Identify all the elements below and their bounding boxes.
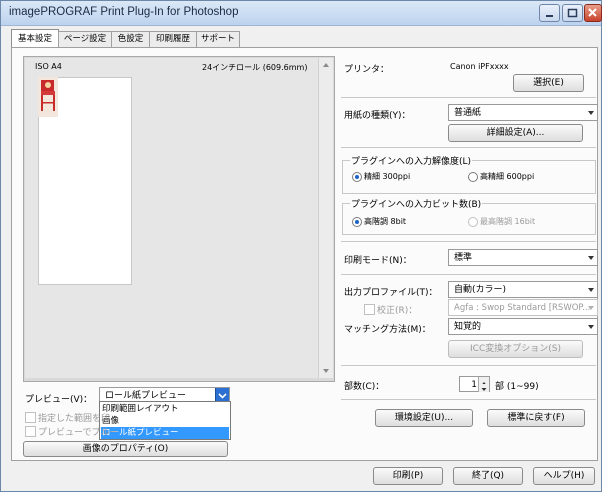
chevron-down-icon [588, 256, 594, 260]
bit-depth-group-title: プラグインへの入力ビット数(B) [350, 197, 483, 210]
resolution-600-radio[interactable] [468, 172, 478, 182]
dropdown-option[interactable]: 画像 [101, 415, 229, 427]
minimize-button[interactable] [539, 4, 560, 22]
image-properties-button[interactable]: 画像のプロパティ(O) [23, 441, 228, 457]
chair-thumbnail-icon [38, 77, 58, 117]
proof-select[interactable]: Agfa : Swop Standard [RSWOP... [448, 299, 598, 316]
resolution-600-label: 高精細 600ppi [480, 172, 535, 181]
bit-8-radio[interactable] [352, 217, 362, 227]
bit-16-label: 最高階調 16bit [480, 217, 536, 226]
matching-method-value: 知覚的 [454, 322, 482, 332]
chevron-down-icon [588, 306, 594, 310]
divider [341, 365, 596, 366]
proof-preview-checkbox[interactable] [25, 426, 36, 437]
roll-width-label: 24インチロール (609.6mm) [202, 63, 308, 72]
exit-button[interactable]: 終了(Q) [453, 467, 523, 485]
matching-method-select[interactable]: 知覚的 [448, 318, 598, 335]
spin-down-icon [481, 388, 487, 391]
copies-label: 部数(C)： [344, 382, 385, 392]
preview-select-value: ロール紙プレビュー [105, 391, 187, 401]
print-mode-select[interactable]: 標準 [448, 249, 598, 266]
proof-label: 校正(R)： [377, 306, 418, 316]
chevron-down-icon [588, 111, 594, 115]
minimize-icon [546, 15, 553, 17]
media-type-label: 用紙の種類(Y)： [344, 111, 411, 121]
proof-checkbox[interactable] [364, 304, 375, 315]
resolution-300-label: 精細 300ppi [364, 172, 411, 181]
title-bar: imagePROGRAF Print Plug-In for Photoshop [1, 1, 602, 26]
close-icon [588, 8, 597, 17]
divider [341, 147, 596, 148]
copies-spinner[interactable]: 1 [459, 376, 490, 392]
tab-basic[interactable]: 基本設定 [11, 29, 59, 48]
chevron-down-icon [588, 325, 594, 329]
bit-8-label: 高階調 8bit [364, 217, 407, 226]
scroll-arrows-icon [323, 63, 329, 373]
print-button[interactable]: 印刷(P) [373, 467, 443, 485]
tab-support[interactable]: サポート [196, 31, 240, 47]
detail-settings-button[interactable]: 詳細設定(A)... [448, 124, 583, 142]
window-title: imagePROGRAF Print Plug-In for Photoshop [9, 6, 239, 18]
print-mode-value: 標準 [454, 253, 473, 263]
tab-history[interactable]: 印刷履歴 [149, 31, 197, 47]
resolution-group-title: プラグインへの入力解像度(L) [350, 154, 473, 167]
proof-preview-checkbox-label: プレビューでプルー [38, 428, 119, 438]
select-printer-button[interactable]: 選択(E) [513, 74, 584, 92]
range-checkbox-label: 指定した範囲を印 [38, 414, 111, 424]
matching-method-label: マッチング方法(M)： [344, 325, 431, 335]
divider [341, 97, 596, 98]
preview-label: プレビュー(V)： [25, 395, 93, 405]
maximize-icon [567, 8, 578, 18]
preview-dropdown-list: 印刷範囲レイアウト 画像 ロール紙プレビュー [99, 401, 231, 440]
divider [341, 399, 596, 400]
help-button[interactable]: ヘルプ(H) [533, 467, 595, 485]
resolution-300-radio[interactable] [352, 172, 362, 182]
dropdown-option[interactable]: 印刷範囲レイアウト [101, 403, 229, 415]
output-profile-select[interactable]: 自動(カラー) [448, 281, 598, 298]
media-type-select[interactable]: 普通紙 [448, 104, 598, 121]
tab-color[interactable]: 色設定 [111, 31, 150, 47]
print-mode-label: 印刷モード(N)： [344, 256, 412, 266]
bit-16-radio[interactable] [468, 217, 478, 227]
environment-settings-button[interactable]: 環境設定(U)... [375, 409, 473, 427]
printer-label: プリンタ： [344, 65, 390, 75]
divider [341, 274, 596, 275]
restore-defaults-button[interactable]: 標準に戻す(F) [487, 409, 585, 427]
spin-down-button[interactable] [478, 384, 489, 392]
icc-options-button[interactable]: ICC変換オプション(S) [448, 340, 583, 358]
output-profile-value: 自動(カラー) [454, 285, 507, 295]
range-checkbox[interactable] [25, 412, 36, 423]
copies-value: 1 [471, 380, 477, 390]
output-profile-label: 出力プロファイル(T)： [344, 288, 438, 298]
copies-unit: 部 (1~99) [495, 382, 539, 392]
chevron-down-icon [588, 288, 594, 292]
media-type-value: 普通紙 [454, 108, 482, 118]
tab-page[interactable]: ページ設定 [58, 31, 112, 47]
close-button[interactable] [584, 4, 602, 22]
plugin-window: imagePROGRAF Print Plug-In for Photoshop… [0, 0, 602, 492]
maximize-button[interactable] [562, 4, 583, 22]
paper-size-label: ISO A4 [35, 62, 62, 71]
preview-scrollbar[interactable] [318, 58, 333, 378]
dropdown-option-selected[interactable]: ロール紙プレビュー [101, 427, 229, 439]
divider [341, 241, 596, 242]
proof-value: Agfa : Swop Standard [RSWOP... [454, 303, 591, 313]
printer-name: Canon iPFxxxx [450, 62, 509, 71]
